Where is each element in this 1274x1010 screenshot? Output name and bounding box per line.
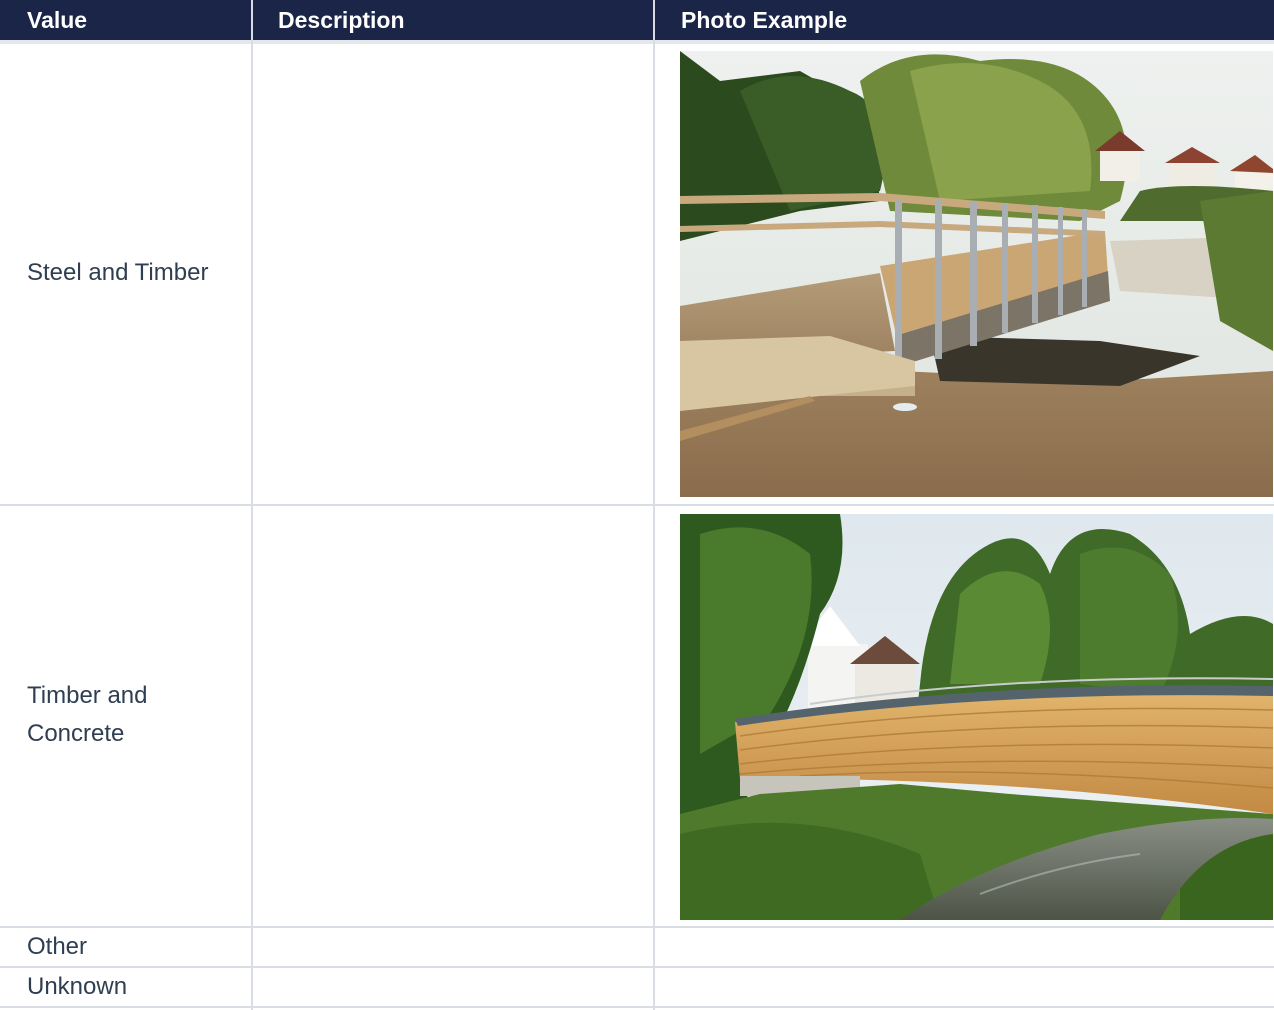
- steel-and-timber-footbridge-photo: [680, 51, 1273, 497]
- timber-and-concrete-footbridge-photo: [680, 514, 1273, 920]
- column-divider: [251, 40, 253, 1010]
- header-value: Value: [0, 0, 251, 40]
- row-value-other: Other: [27, 933, 88, 960]
- row-value-timber-and-concrete: Timber and Concrete: [27, 682, 148, 747]
- row-divider: [0, 1006, 1274, 1008]
- row-divider: [0, 966, 1274, 968]
- row-value-steel-and-timber: Steel and Timber: [27, 259, 209, 286]
- row-divider: [0, 504, 1274, 506]
- header-photo-example: Photo Example: [655, 0, 1274, 40]
- header-description: Description: [253, 0, 653, 40]
- row-divider: [0, 926, 1274, 928]
- bridge-material-table: Value Description Photo Example Steel an…: [0, 0, 1274, 1010]
- column-divider: [653, 40, 655, 1010]
- row-value-unknown: Unknown: [27, 973, 128, 1000]
- header-bottom-border: [0, 40, 1274, 44]
